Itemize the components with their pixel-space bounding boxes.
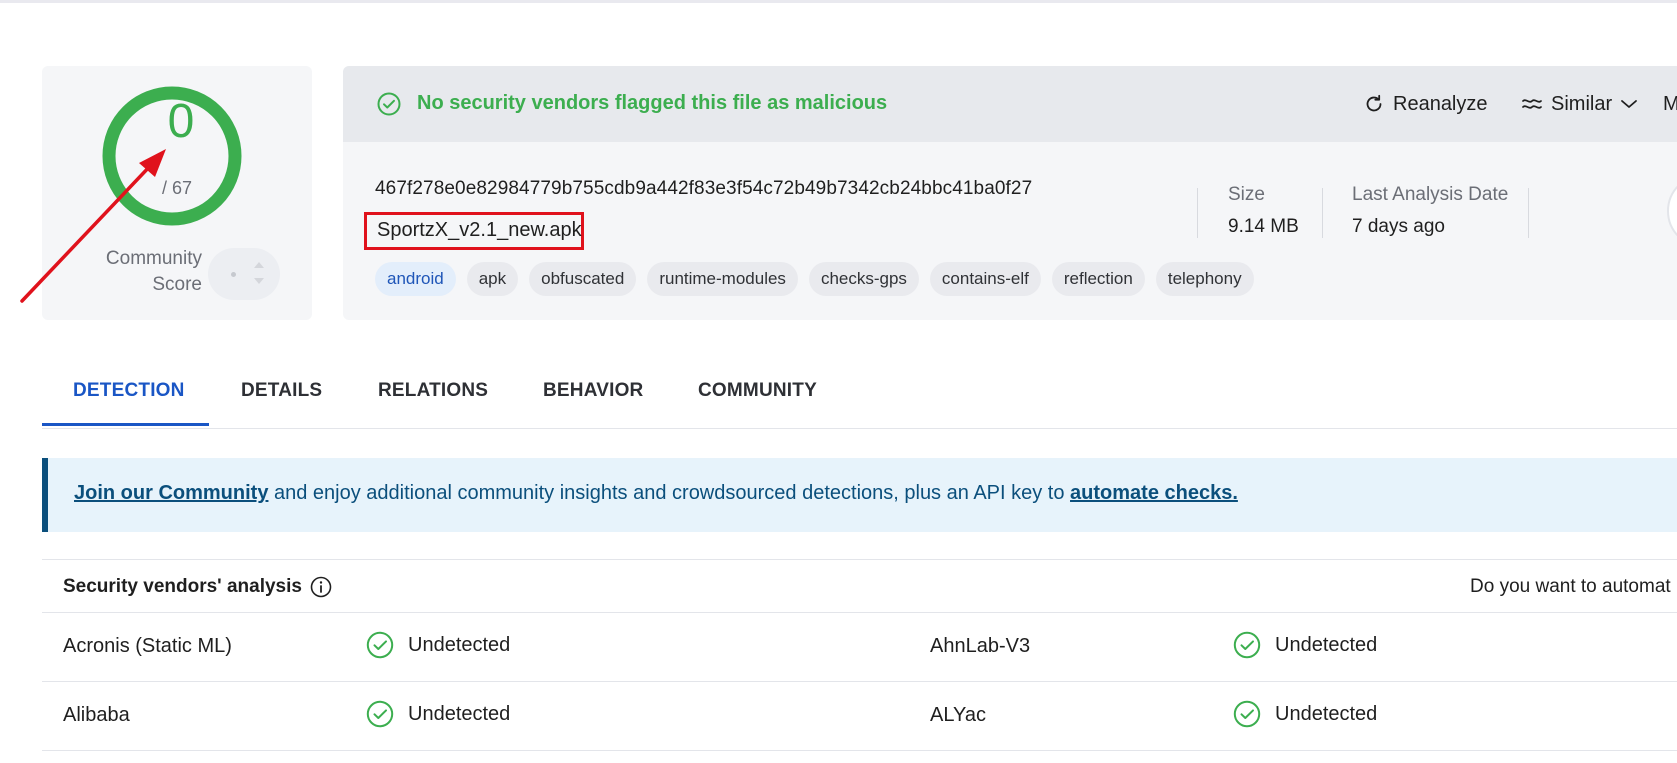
detection-total: / 67 (161, 178, 193, 198)
vendors-title: Security vendors' analysis (63, 576, 302, 597)
file-hash[interactable]: 467f278e0e82984779b755cdb9a442f83e3f54c7… (375, 178, 1032, 200)
tab-detection[interactable]: DETECTION (73, 380, 185, 402)
check-circle-icon (366, 700, 394, 728)
tag[interactable]: obfuscated (529, 262, 637, 296)
check-circle-icon (1233, 631, 1261, 659)
tab-community[interactable]: COMMUNITY (698, 380, 817, 402)
check-circle-icon (366, 631, 394, 659)
automate-checks-link[interactable]: automate checks. (1070, 482, 1238, 504)
tag[interactable]: checks-gps (808, 262, 919, 296)
size-label: Size (1228, 184, 1265, 205)
vendor-result: Undetected (1233, 631, 1377, 659)
top-divider (0, 0, 1677, 3)
more-actions-button[interactable]: M (1663, 88, 1677, 120)
last-analysis-label: Last Analysis Date (1352, 184, 1509, 205)
meta-divider (1322, 188, 1323, 238)
check-circle-icon (1233, 700, 1261, 728)
table-row: Alibaba Undetected ALYac Undetected (42, 682, 1677, 751)
automate-prompt[interactable]: Do you want to automat (1470, 576, 1671, 598)
reanalyze-button[interactable]: Reanalyze (1363, 88, 1488, 120)
size-value: 9.14 MB (1228, 216, 1299, 237)
tab-behavior[interactable]: BEHAVIOR (543, 380, 643, 402)
table-row: Acronis (Static ML) Undetected AhnLab-V3… (42, 613, 1677, 682)
similar-icon (1522, 99, 1542, 109)
detection-count: 0 (167, 95, 195, 148)
tag[interactable]: contains-elf (929, 262, 1041, 296)
community-vote-widget[interactable] (208, 248, 280, 300)
last-analysis-value: 7 days ago (1352, 216, 1445, 237)
vendor-name: AhnLab-V3 (930, 635, 1031, 657)
vote-dot-icon (231, 272, 236, 277)
join-community-banner: Join our Community and enjoy additional … (42, 458, 1677, 532)
community-score-card: 0 / 67 Community Score (42, 66, 312, 320)
vote-up-icon[interactable] (254, 262, 264, 268)
file-name: SportzX_v2.1_new.apk (377, 219, 582, 241)
meta-divider (1197, 188, 1198, 238)
vendor-result: Undetected (1233, 700, 1377, 728)
file-summary-card: No security vendors flagged this file as… (343, 66, 1677, 320)
meta-divider (1528, 188, 1529, 238)
file-type-icon (1667, 174, 1677, 248)
similar-label: Similar (1551, 92, 1613, 115)
info-icon[interactable] (310, 576, 332, 598)
report-tabs: DETECTION DETAILS RELATIONS BEHAVIOR COM… (42, 368, 1677, 429)
verdict-text: No security vendors flagged this file as… (417, 92, 888, 114)
tag[interactable]: reflection (1051, 262, 1145, 296)
vendor-name: ALYac (930, 704, 986, 726)
vote-down-icon[interactable] (254, 278, 264, 284)
vendors-table: Security vendors' analysis Do you want t… (42, 559, 1677, 751)
vendor-result: Undetected (366, 631, 510, 659)
tab-relations[interactable]: RELATIONS (378, 380, 488, 402)
vendor-result: Undetected (366, 700, 510, 728)
vendors-header: Security vendors' analysis Do you want t… (42, 560, 1677, 613)
join-community-text: Join our Community and enjoy additional … (74, 482, 1238, 504)
tag[interactable]: android (375, 262, 456, 296)
similar-dropdown[interactable]: Similar (1521, 88, 1638, 120)
tag[interactable]: apk (466, 262, 519, 296)
file-tags: android apk obfuscated runtime-modules c… (375, 262, 1254, 296)
community-score-label: Community Score (105, 248, 202, 295)
chevron-down-icon (1621, 100, 1638, 108)
refresh-icon (1366, 94, 1382, 112)
tab-details[interactable]: DETAILS (241, 380, 322, 402)
join-community-link[interactable]: Join our Community (74, 482, 268, 504)
tag[interactable]: runtime-modules (647, 262, 798, 296)
vendor-name: Acronis (Static ML) (63, 635, 232, 657)
active-tab-indicator (42, 423, 209, 426)
vendor-name: Alibaba (63, 704, 130, 726)
check-circle-icon (377, 92, 401, 116)
reanalyze-label: Reanalyze (1393, 92, 1488, 115)
tag[interactable]: telephony (1155, 262, 1254, 296)
verdict-banner: No security vendors flagged this file as… (343, 66, 1677, 142)
